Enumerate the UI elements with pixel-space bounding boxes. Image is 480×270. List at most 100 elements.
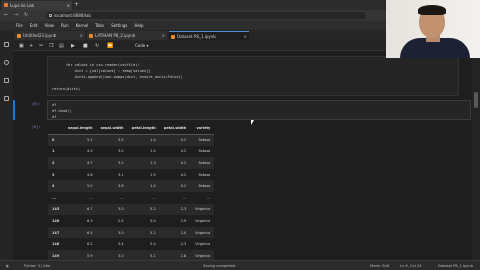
webcam-overlay xyxy=(386,0,480,58)
doc-tab-label: LATIHAN P8_2.ipynb xyxy=(95,33,136,38)
scrollbar-thumb[interactable] xyxy=(474,92,478,108)
row-index: 3 xyxy=(52,172,55,177)
code-line: return(dicts) xyxy=(52,87,81,91)
commands-icon[interactable] xyxy=(4,78,9,83)
new-tab-icon[interactable]: + xyxy=(74,0,79,10)
table-cell: 5.0 xyxy=(150,218,156,223)
status-kernel[interactable]: Python 3 | Idle xyxy=(24,261,50,270)
run-icon[interactable]: ▶ xyxy=(71,42,75,50)
input-prompt: [6]: xyxy=(32,102,41,106)
add-cell-icon[interactable]: + xyxy=(29,42,33,50)
table-cell: Virginica xyxy=(190,226,215,239)
copy-icon[interactable]: ❐ xyxy=(49,42,53,50)
table-row: 148 6.2 3.4 5.4 2.3 Virginica xyxy=(48,238,214,250)
status-position: Ln 6, Col 24 xyxy=(400,264,422,268)
paste-icon[interactable]: ▤ xyxy=(59,42,64,50)
menu-run[interactable]: Run xyxy=(61,23,69,28)
stop-icon[interactable]: ■ xyxy=(83,42,88,50)
table-cell: 3.4 xyxy=(117,242,124,247)
cell-type-select[interactable]: Code ▾ xyxy=(135,43,149,49)
status-message: Saving completed xyxy=(203,264,236,268)
fast-forward-icon[interactable]: ⏩ xyxy=(107,42,113,50)
browser-tab[interactable]: Lupa ke Lab ✕ xyxy=(2,1,72,10)
close-icon[interactable]: ✕ xyxy=(80,31,83,40)
running-icon[interactable] xyxy=(4,60,9,65)
table-cell: 3.5 xyxy=(96,134,128,146)
code-line: df.head() xyxy=(52,109,72,113)
status-toggle-icon[interactable]: ◐ xyxy=(6,261,9,270)
notebook-icon xyxy=(17,33,21,38)
reload-icon[interactable]: ↻ xyxy=(24,11,28,20)
active-code-cell[interactable]: df df.head() df xyxy=(47,100,471,120)
table-cell: ... xyxy=(206,195,211,200)
row-index: 145 xyxy=(48,203,64,216)
close-icon[interactable]: ✕ xyxy=(67,1,70,10)
table-row: 3 4.6 3.1 1.5 0.2 Setosa xyxy=(48,169,214,181)
table-cell: Setosa xyxy=(198,149,211,154)
code-line: df xyxy=(52,115,57,119)
save-icon[interactable]: ▣ xyxy=(19,42,24,50)
menu-file[interactable]: File xyxy=(16,23,23,28)
table-cell: 5.0 xyxy=(64,180,97,192)
table-row: 147 6.5 3.0 5.2 2.0 Virginica xyxy=(48,226,215,239)
table-cell: 3.0 xyxy=(96,203,128,216)
doc-tab-untitled23[interactable]: Untitled23.ipynb ✕ xyxy=(15,31,85,40)
table-cell: 0.2 xyxy=(180,149,187,154)
table-cell: 1.4 xyxy=(127,180,160,192)
table-header: petal.width xyxy=(159,123,191,135)
jupyter-icon xyxy=(4,3,8,7)
table-cell: 3.1 xyxy=(117,172,124,177)
table-cell: 4.6 xyxy=(87,172,93,177)
folder-icon[interactable] xyxy=(4,42,9,47)
table-row: 2 4.7 3.2 1.3 0.2 Setosa xyxy=(48,157,215,169)
close-icon[interactable]: ✕ xyxy=(244,32,247,41)
table-row: 0 5.1 3.5 1.4 0.2 Setosa xyxy=(48,134,215,146)
table-row: 4 5.0 3.6 1.4 0.2 Setosa xyxy=(48,180,215,192)
table-row: 145 6.7 3.0 5.2 2.3 Virginica xyxy=(48,203,215,216)
row-index: 0 xyxy=(48,134,64,146)
menu-edit[interactable]: Edit xyxy=(30,23,38,28)
row-index: 148 xyxy=(52,242,60,247)
restart-icon[interactable]: ↻ xyxy=(95,42,99,50)
doc-tab-label: Dataset P8_1.ipynb xyxy=(177,34,216,39)
browser-tab-title: Lupa ke Lab xyxy=(10,3,35,8)
code-line: dicts.append(json.dumps(dict, ensure_asc… xyxy=(66,75,183,79)
menu-view[interactable]: View xyxy=(44,23,54,28)
notebook-icon xyxy=(89,33,93,38)
table-cell: 3.0 xyxy=(117,149,124,154)
table-header: sepal.length xyxy=(64,123,97,135)
left-sidebar xyxy=(0,30,13,260)
table-header: variety xyxy=(190,123,215,135)
table-cell: Setosa xyxy=(198,172,211,177)
doc-tab-dataset[interactable]: Dataset P8_1.ipynb ✕ xyxy=(169,31,249,40)
table-cell: 2.5 xyxy=(117,218,124,223)
menu-settings[interactable]: Settings xyxy=(111,23,127,28)
code-cell[interactable]: for values in csv.reader(csvfile): dict … xyxy=(47,56,459,96)
close-icon[interactable]: ✕ xyxy=(162,31,165,40)
menu-kernel[interactable]: Kernel xyxy=(76,23,89,28)
table-cell: 5.2 xyxy=(127,203,160,216)
table-cell: 6.5 xyxy=(64,226,97,239)
table-cell: 3.6 xyxy=(96,180,128,192)
doc-tab-latihan[interactable]: LATIHAN P8_2.ipynb ✕ xyxy=(87,31,167,40)
cut-icon[interactable]: ✂ xyxy=(39,42,43,50)
tabs-icon[interactable] xyxy=(4,96,9,101)
output-prompt: [6]: xyxy=(32,125,41,129)
table-cell: ... xyxy=(89,195,93,200)
menu-help[interactable]: Help xyxy=(134,23,143,28)
table-cell: 0.2 xyxy=(159,134,191,146)
url-text: localhost:8888/lab xyxy=(54,13,91,18)
table-cell: 1.3 xyxy=(127,157,160,169)
scrollbar[interactable] xyxy=(472,51,480,260)
back-icon[interactable]: ← xyxy=(4,11,8,20)
table-cell: 2.0 xyxy=(159,226,191,239)
table-cell: Virginica xyxy=(190,203,215,216)
url-field[interactable]: localhost:8888/lab xyxy=(46,12,366,19)
row-index: 2 xyxy=(48,157,64,169)
table-cell: 0.2 xyxy=(159,157,191,169)
table-cell: 5.4 xyxy=(150,242,156,247)
active-cell-indicator xyxy=(13,100,15,120)
forward-icon[interactable]: → xyxy=(14,11,18,20)
table-cell: Virginica xyxy=(195,218,211,223)
menu-tabs[interactable]: Tabs xyxy=(95,23,104,28)
